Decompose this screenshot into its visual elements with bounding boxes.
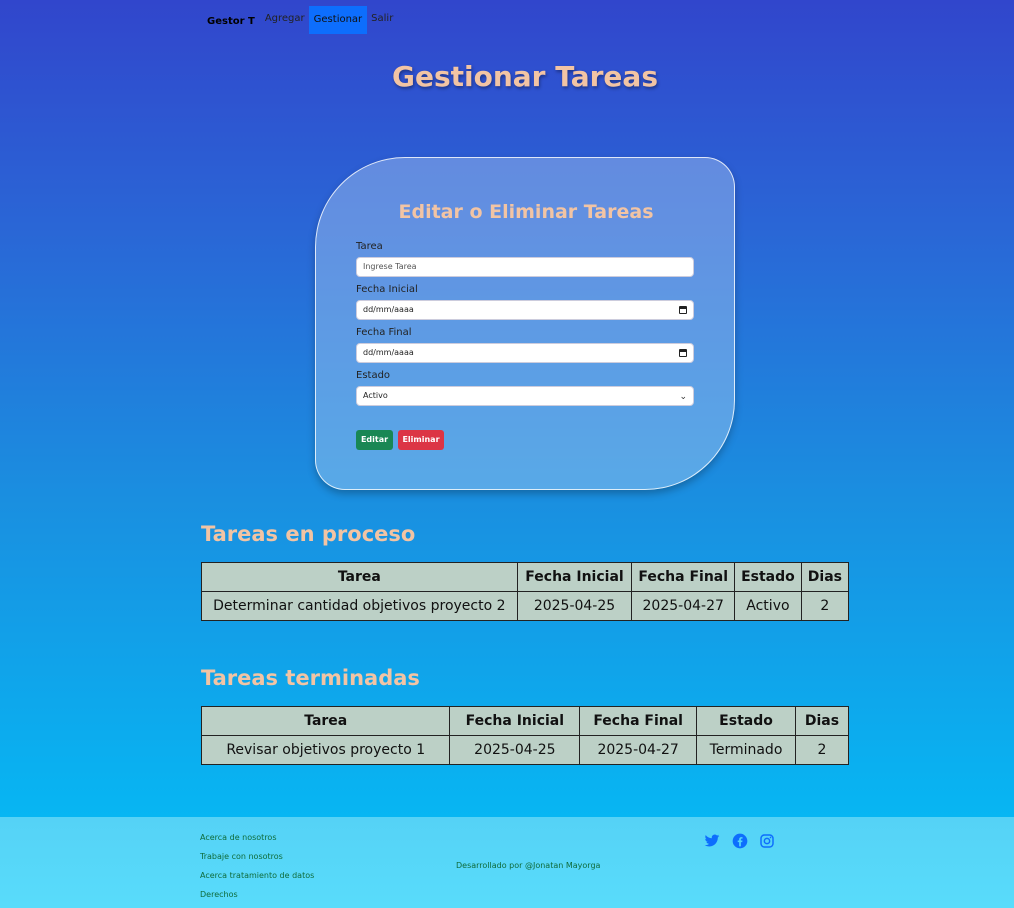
col-header: Dias <box>800 562 850 592</box>
tarea-label: Tarea <box>356 241 383 252</box>
footer-link-acerca[interactable]: Acerca de nosotros <box>200 833 277 842</box>
calendar-icon[interactable] <box>679 349 687 357</box>
col-header: Dias <box>795 706 849 736</box>
col-header: Fecha Final <box>579 706 698 736</box>
cell-fecha-final: 2025-04-27 <box>579 735 698 765</box>
cell-dias: 2 <box>800 591 850 621</box>
edit-button[interactable]: Editar <box>356 430 393 450</box>
delete-button[interactable]: Eliminar <box>398 430 444 450</box>
en-proceso-title: Tareas en proceso <box>201 522 416 546</box>
terminadas-table: Tarea Fecha Inicial Fecha Final Estado D… <box>200 706 849 765</box>
fecha-final-value: dd/mm/aaaa <box>363 348 414 357</box>
form-title: Editar o Eliminar Tareas <box>398 201 654 223</box>
cell-dias: 2 <box>795 735 849 765</box>
fecha-inicial-label: Fecha Inicial <box>356 284 418 295</box>
brand-logo[interactable]: Gestor T <box>200 16 261 27</box>
estado-select[interactable]: Activo ⌄ <box>356 386 694 406</box>
instagram-icon[interactable] <box>759 833 775 849</box>
twitter-icon[interactable] <box>704 833 720 849</box>
fecha-inicial-input[interactable]: dd/mm/aaaa <box>356 300 694 320</box>
cell-fecha-inicial: 2025-04-25 <box>516 591 633 621</box>
estado-label: Estado <box>356 370 391 381</box>
cell-estado: Activo <box>734 591 802 621</box>
cell-tarea: Revisar objetivos proyecto 1 <box>200 735 451 765</box>
col-header: Tarea <box>200 706 451 736</box>
cell-fecha-final: 2025-04-27 <box>631 591 736 621</box>
chevron-down-icon: ⌄ <box>679 392 687 402</box>
footer-link-datos[interactable]: Acerca tratamiento de datos <box>200 871 314 880</box>
terminadas-title: Tareas terminadas <box>201 666 420 690</box>
fecha-final-label: Fecha Final <box>356 327 412 338</box>
cell-tarea: Determinar cantidad objetivos proyecto 2 <box>201 591 518 621</box>
table-header-row: Tarea Fecha Inicial Fecha Final Estado D… <box>201 562 850 592</box>
estado-value: Activo <box>363 391 388 400</box>
col-header: Estado <box>696 706 796 736</box>
col-header: Fecha Inicial <box>449 706 581 736</box>
table-row[interactable]: Determinar cantidad objetivos proyecto 2… <box>201 591 850 621</box>
cell-estado: Terminado <box>696 735 796 765</box>
calendar-icon[interactable] <box>679 306 687 314</box>
fecha-inicial-value: dd/mm/aaaa <box>363 305 414 314</box>
tarea-placeholder: Ingrese Tarea <box>363 262 417 271</box>
en-proceso-table: Tarea Fecha Inicial Fecha Final Estado D… <box>201 562 850 621</box>
col-header: Fecha Final <box>631 562 736 592</box>
table-header-row: Tarea Fecha Inicial Fecha Final Estado D… <box>200 706 849 736</box>
col-header: Fecha Inicial <box>516 562 633 592</box>
facebook-icon[interactable] <box>732 833 748 849</box>
top-navbar: Gestor T Agregar Gestionar Salir <box>200 6 397 34</box>
tarea-input[interactable]: Ingrese Tarea <box>356 257 694 277</box>
nav-link-gestionar[interactable]: Gestionar <box>308 6 368 34</box>
nav-link-salir[interactable]: Salir <box>367 6 397 34</box>
footer-credit: Desarrollado por @Jonatan Mayorga <box>456 861 601 870</box>
footer-link-trabaje[interactable]: Trabaje con nosotros <box>200 852 283 861</box>
table-row[interactable]: Revisar objetivos proyecto 1 2025-04-25 … <box>200 735 849 765</box>
fecha-final-input[interactable]: dd/mm/aaaa <box>356 343 694 363</box>
edit-task-card: Editar o Eliminar Tareas Tarea Ingrese T… <box>315 157 735 490</box>
nav-link-agregar[interactable]: Agregar <box>261 6 309 34</box>
cell-fecha-inicial: 2025-04-25 <box>449 735 581 765</box>
col-header: Estado <box>734 562 802 592</box>
footer: Acerca de nosotros Trabaje con nosotros … <box>0 817 1014 908</box>
col-header: Tarea <box>201 562 518 592</box>
page-title: Gestionar Tareas <box>392 60 658 93</box>
footer-link-derechos[interactable]: Derechos <box>200 890 238 899</box>
